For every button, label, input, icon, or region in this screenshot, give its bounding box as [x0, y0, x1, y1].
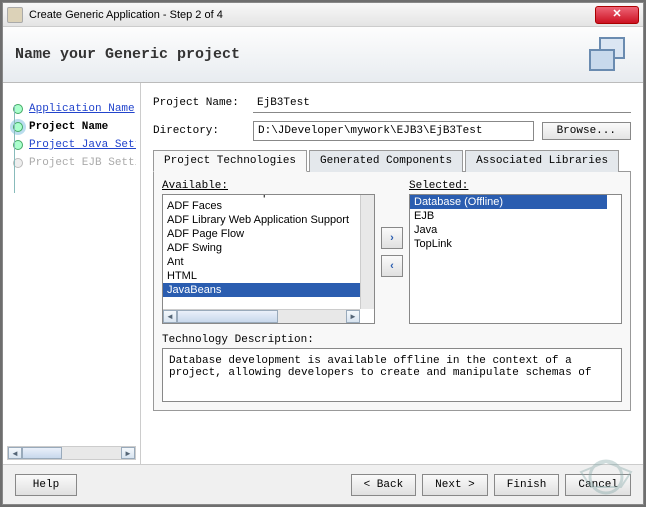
- next-button[interactable]: Next >: [422, 474, 488, 496]
- step-label: Application Name: [29, 103, 135, 115]
- step-label: Project Name: [29, 121, 108, 133]
- back-button[interactable]: < Back: [351, 474, 417, 496]
- directory-input[interactable]: [253, 121, 534, 141]
- step-connector: [14, 105, 15, 193]
- available-label: Available:: [162, 180, 375, 192]
- tab-0[interactable]: Project Technologies: [153, 150, 307, 172]
- shuttle-buttons: › ‹: [381, 180, 403, 324]
- main-panel: Project Name: Directory: Browse... Proje…: [141, 83, 643, 464]
- list-item[interactable]: EJB: [410, 209, 607, 223]
- project-name-input[interactable]: [253, 93, 631, 113]
- move-left-button[interactable]: ‹: [381, 255, 403, 277]
- wizard-step-0[interactable]: Application Name: [7, 103, 136, 115]
- tab-project-technologies: Available: ADF Business ComponentsADF Fa…: [153, 172, 631, 411]
- list-item[interactable]: JavaBeans: [163, 283, 360, 297]
- tab-1[interactable]: Generated Components: [309, 150, 463, 172]
- chevron-left-icon: ‹: [390, 260, 394, 272]
- cancel-button[interactable]: Cancel: [565, 474, 631, 496]
- chevron-right-icon: ›: [390, 232, 394, 244]
- list-item[interactable]: ADF Swing: [163, 241, 360, 255]
- tab-2[interactable]: Associated Libraries: [465, 150, 619, 172]
- step-label: Project Java Setting: [29, 139, 136, 151]
- directory-label: Directory:: [153, 125, 253, 137]
- selected-label: Selected:: [409, 180, 622, 192]
- list-item[interactable]: ADF Library Web Application Support: [163, 213, 360, 227]
- dialog-window: Create Generic Application - Step 2 of 4…: [2, 2, 644, 505]
- selected-list[interactable]: Database (Offline)EJBJavaTopLink: [409, 194, 622, 324]
- wizard-step-2[interactable]: Project Java Setting: [7, 139, 136, 151]
- footer: Help < Back Next > Finish Cancel: [3, 464, 643, 504]
- list-item[interactable]: Java: [410, 223, 607, 237]
- project-name-label: Project Name:: [153, 97, 253, 109]
- banner: Name your Generic project: [3, 27, 643, 83]
- list-item[interactable]: Database (Offline): [410, 195, 607, 209]
- list-item[interactable]: ADF Faces: [163, 199, 360, 213]
- window-title: Create Generic Application - Step 2 of 4: [29, 9, 595, 21]
- list-item[interactable]: TopLink: [410, 237, 607, 251]
- titlebar: Create Generic Application - Step 2 of 4…: [3, 3, 643, 27]
- finish-button[interactable]: Finish: [494, 474, 560, 496]
- page-title: Name your Generic project: [15, 46, 240, 63]
- list-item[interactable]: Ant: [163, 255, 360, 269]
- list-item[interactable]: ADF Page Flow: [163, 227, 360, 241]
- move-right-button[interactable]: ›: [381, 227, 403, 249]
- close-button[interactable]: ✕: [595, 6, 639, 24]
- body: Application Name Project Name Project Java…: [3, 83, 643, 464]
- scroll-right-icon[interactable]: ►: [121, 447, 135, 459]
- help-button[interactable]: Help: [15, 474, 77, 496]
- list-item[interactable]: HTML: [163, 269, 360, 283]
- app-icon: [7, 7, 23, 23]
- available-list[interactable]: ADF Business ComponentsADF FacesADF Libr…: [162, 194, 375, 324]
- browse-button[interactable]: Browse...: [542, 122, 631, 140]
- tab-bar: Project TechnologiesGenerated Components…: [153, 149, 631, 172]
- wizard-steps: Application Name Project Name Project Java…: [3, 83, 141, 464]
- available-vscroll[interactable]: [360, 195, 374, 309]
- close-icon: ✕: [612, 8, 621, 20]
- sidebar-scrollbar[interactable]: ◄ ►: [7, 446, 136, 460]
- description-text: Database development is available offlin…: [162, 348, 622, 402]
- wizard-step-3: Project EJB Setting: [7, 157, 136, 169]
- banner-icon: [589, 37, 629, 73]
- scroll-thumb[interactable]: [22, 447, 62, 459]
- available-hscroll[interactable]: ◄►: [163, 309, 360, 323]
- description-label: Technology Description:: [162, 334, 622, 346]
- scroll-left-icon[interactable]: ◄: [8, 447, 22, 459]
- wizard-step-1[interactable]: Project Name: [7, 121, 136, 133]
- step-label: Project EJB Setting: [29, 157, 136, 169]
